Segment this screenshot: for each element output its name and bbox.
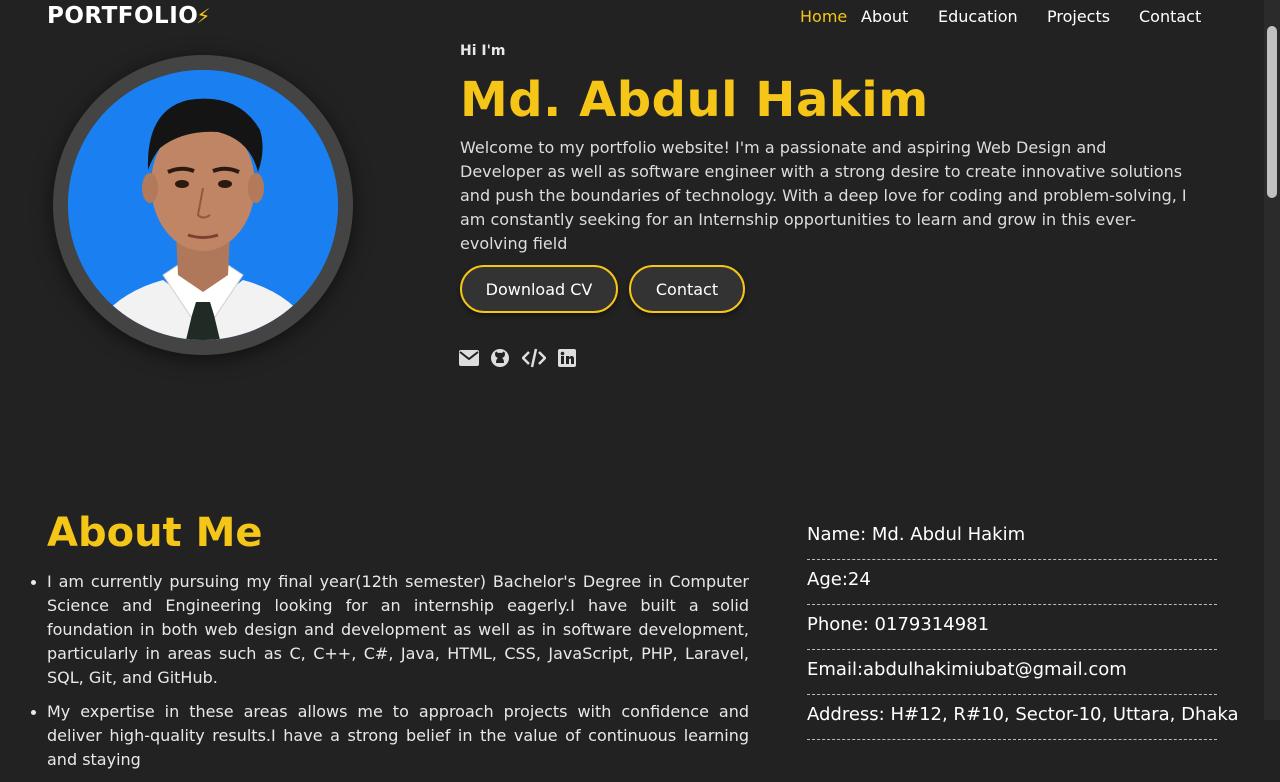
linkedin-icon[interactable] [558,347,580,369]
nav-link-about[interactable]: About [861,7,908,26]
logo[interactable]: PORTFOLIO⚡ [47,3,211,29]
hero-description: Welcome to my portfolio website! I'm a p… [460,138,1187,253]
nav-link-contact[interactable]: Contact [1139,7,1201,26]
about-point: I am currently pursuing my final year(12… [31,570,749,690]
github-icon[interactable] [490,347,512,369]
code-icon[interactable] [521,347,548,369]
hero-name: Md. Abdul Hakim [460,72,929,128]
portrait-illustration [68,70,338,340]
scrollbar[interactable] [1264,0,1280,720]
about-point: My expertise in these areas allows me to… [31,700,749,772]
contact-button[interactable]: Contact [629,265,745,313]
nav-link-projects[interactable]: Projects [1047,7,1110,26]
nav-link-education[interactable]: Education [938,7,1018,26]
info-email: Email:abdulhakimiubat@gmail.com [807,650,1217,695]
nav-link-home[interactable]: Home [800,7,847,26]
info-phone: Phone: 0179314981 [807,605,1217,650]
lightning-bolt-icon: ⚡ [196,4,211,28]
download-cv-button[interactable]: Download CV [460,265,618,313]
info-address: Address: H#12, R#10, Sector-10, Uttara, … [807,695,1239,740]
info-age: Age:24 [807,560,1217,605]
about-title: About Me [47,510,263,556]
hero-greeting: Hi I'm [460,43,506,59]
personal-info: Name: Md. Abdul Hakim Age:24 Phone: 0179… [807,515,1239,740]
about-list: I am currently pursuing my final year(12… [31,570,749,782]
navbar: PORTFOLIO⚡ Home About Education Projects… [0,0,1264,36]
profile-photo-frame [53,55,353,355]
profile-photo [68,70,338,340]
logo-text: PORTFOLIO [47,3,199,29]
info-name: Name: Md. Abdul Hakim [807,515,1217,560]
scrollbar-thumb[interactable] [1267,26,1277,198]
email-icon[interactable] [459,347,481,369]
